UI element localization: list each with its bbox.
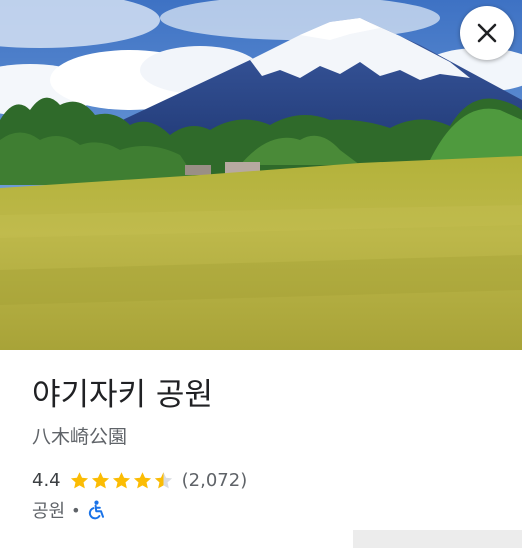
place-category[interactable]: 공원 — [32, 497, 65, 523]
close-button[interactable] — [460, 6, 514, 60]
review-count[interactable]: (2,072) — [182, 470, 248, 491]
rating-value: 4.4 — [32, 469, 61, 491]
star-icon — [133, 471, 151, 488]
wheelchair-accessible-icon — [87, 500, 105, 520]
close-icon — [477, 23, 497, 43]
place-info-panel: 야기자키 공원 八木崎公園 4.4 (2,072) 공원 • — [0, 350, 522, 548]
place-native-name: 八木崎公園 — [32, 426, 128, 448]
place-meta-row: 공원 • — [32, 497, 105, 523]
rating-row[interactable]: 4.4 (2,072) — [32, 467, 247, 493]
bottom-edge-strip — [353, 530, 522, 548]
star-icon — [70, 471, 88, 488]
place-photo[interactable] — [0, 0, 522, 350]
star-icon — [91, 471, 109, 488]
separator-dot: • — [71, 500, 81, 520]
half-star-icon — [154, 471, 172, 488]
star-rating — [69, 470, 174, 491]
mount-fuji-photo — [0, 0, 522, 350]
star-icon — [112, 471, 130, 488]
place-title: 야기자키 공원 — [32, 377, 213, 413]
